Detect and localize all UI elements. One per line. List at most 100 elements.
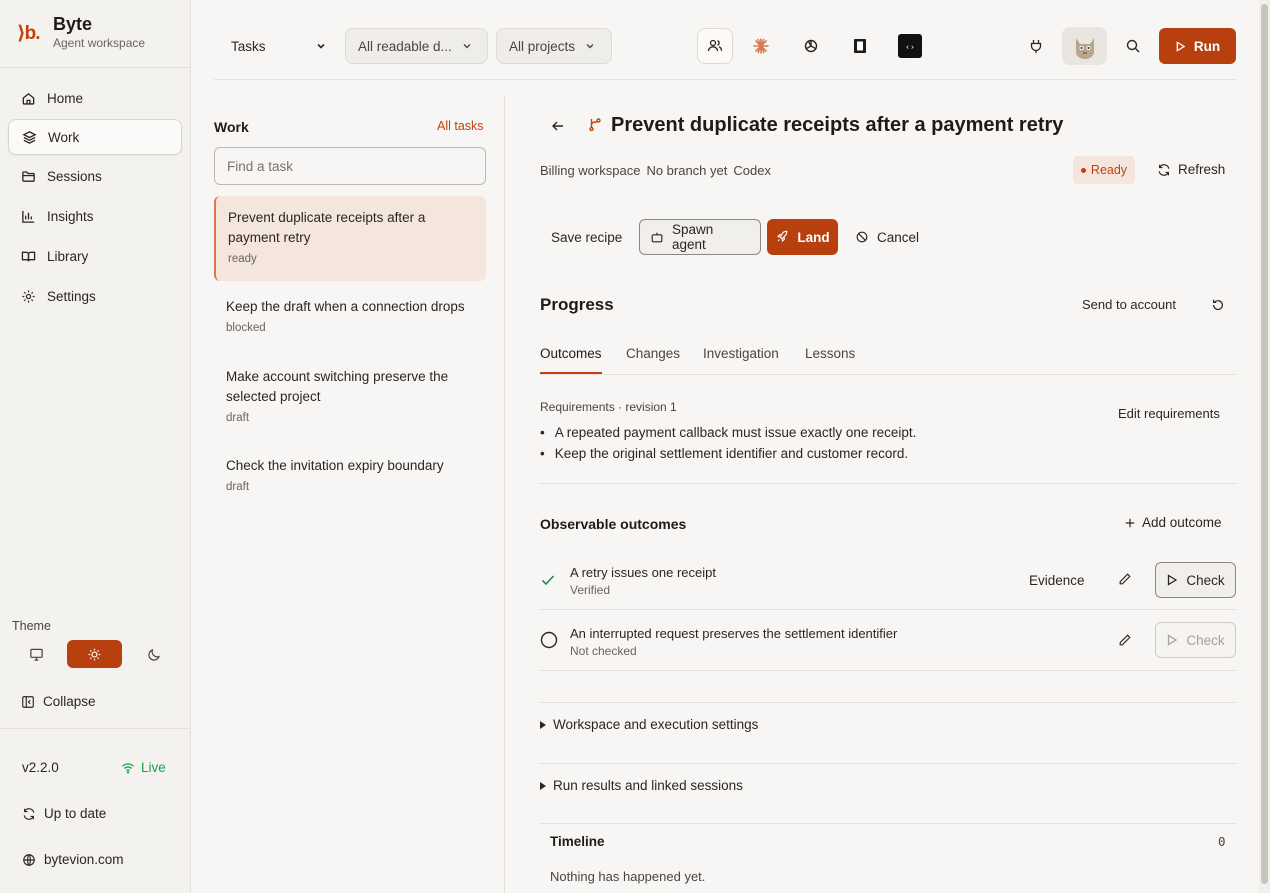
check-button-disabled[interactable]: Check — [1155, 622, 1236, 658]
asterisk-logo-icon — [752, 37, 770, 55]
task-title: Keep the draft when a connection drops — [226, 299, 465, 314]
brand-title: Byte — [53, 14, 93, 34]
reset-icon[interactable] — [1211, 298, 1225, 312]
check-button[interactable]: Check — [1155, 562, 1236, 598]
run-label: Run — [1193, 38, 1221, 54]
task-item[interactable]: Check the invitation expiry boundary dra… — [214, 444, 486, 503]
tabs-divider — [540, 374, 1236, 375]
notebook-icon — [851, 37, 869, 55]
claude-agent-button[interactable] — [743, 28, 779, 64]
divider — [540, 609, 1236, 610]
requirement-item: A repeated payment callback must issue e… — [540, 425, 917, 440]
sidebar-collapse-icon — [21, 695, 35, 709]
sidebar-item-work[interactable]: Work — [8, 119, 182, 155]
requirements-meta: Requirements · revision 1 — [540, 400, 677, 414]
refresh-button[interactable]: Refresh — [1157, 162, 1225, 177]
brand-logo: ⟩b. — [17, 23, 41, 44]
sidebar-item-insights[interactable]: Insights — [8, 198, 182, 234]
sidebar-item-label: Home — [47, 90, 84, 106]
task-item[interactable]: Keep the draft when a connection drops b… — [214, 285, 486, 344]
theme-system-button[interactable] — [18, 640, 54, 668]
tab-outcomes[interactable]: Outcomes — [540, 346, 602, 374]
land-button[interactable]: Land — [767, 219, 838, 255]
update-status[interactable]: Up to date — [22, 806, 106, 821]
run-results-toggle[interactable]: Run results and linked sessions — [540, 778, 743, 793]
sidebar-item-sessions[interactable]: Sessions — [8, 158, 182, 194]
monitor-icon — [29, 647, 44, 662]
agent-label: Codex — [733, 163, 771, 178]
plug-icon — [1027, 37, 1045, 55]
sidebar-item-home[interactable]: Home — [8, 80, 182, 116]
live-label: Live — [141, 760, 166, 775]
theme-label: Theme — [12, 619, 51, 633]
tab-changes[interactable]: Changes — [626, 346, 680, 374]
edit-pencil-icon[interactable] — [1118, 633, 1132, 647]
evidence-button[interactable]: Evidence — [1029, 573, 1085, 588]
outcome-status: Not checked — [570, 644, 637, 658]
search-button[interactable] — [1115, 28, 1151, 64]
theme-light-button[interactable] — [67, 640, 122, 668]
task-detail-title: Prevent duplicate receipts after a payme… — [611, 114, 1064, 136]
spawn-agent-button[interactable]: Spawn agent — [639, 219, 761, 255]
update-label: Up to date — [44, 806, 107, 821]
mode-select[interactable]: Tasks — [218, 28, 339, 64]
edit-requirements-button[interactable]: Edit requirements — [1118, 406, 1220, 421]
task-status: ready — [228, 253, 257, 265]
live-status: Live — [121, 760, 166, 775]
workspace-settings-toggle[interactable]: Workspace and execution settings — [540, 717, 758, 732]
notebook-agent-button[interactable] — [842, 28, 878, 64]
task-status: draft — [226, 412, 250, 424]
task-item-selected[interactable]: Prevent duplicate receipts after a payme… — [214, 196, 486, 281]
bot-icon — [650, 230, 664, 244]
avatar[interactable] — [1062, 27, 1107, 65]
openai-agent-button[interactable] — [793, 28, 829, 64]
chevron-down-icon — [462, 41, 472, 51]
save-recipe-button[interactable]: Save recipe — [541, 219, 632, 255]
requirement-item: Keep the original settlement identifier … — [540, 446, 908, 461]
edit-pencil-icon[interactable] — [1118, 572, 1132, 586]
timeline-empty: Nothing has happened yet. — [550, 869, 706, 884]
send-to-account-button[interactable]: Send to account — [1082, 297, 1176, 312]
outcome-row: A retry issues one receipt Verified — [570, 565, 716, 597]
agents-button[interactable] — [697, 28, 733, 64]
all-tasks-link[interactable]: All tasks — [437, 119, 484, 133]
task-item[interactable]: Make account switching preserve the sele… — [214, 355, 486, 434]
outcome-status: Verified — [570, 583, 611, 597]
tab-lessons[interactable]: Lessons — [805, 346, 855, 374]
sun-icon — [87, 647, 102, 662]
website-label: bytevion.com — [44, 852, 124, 867]
docs-filter-value: All readable d... — [358, 38, 452, 54]
code-box-icon: ‹› — [897, 33, 923, 59]
back-arrow-icon[interactable] — [550, 118, 566, 134]
add-outcome-button[interactable]: Add outcome — [1124, 515, 1222, 530]
task-search-input[interactable] — [214, 147, 486, 185]
sidebar-item-settings[interactable]: Settings — [8, 278, 182, 314]
divider — [540, 702, 1236, 703]
run-button[interactable]: Run — [1159, 28, 1236, 64]
chevron-down-icon — [585, 41, 595, 51]
collapse-button[interactable]: Collapse — [21, 694, 96, 709]
sidebar-item-label: Work — [48, 129, 80, 145]
sidebar-item-library[interactable]: Library — [8, 238, 182, 274]
plugin-button[interactable] — [1018, 28, 1054, 64]
collapse-label: Collapse — [43, 694, 96, 709]
plus-icon — [1124, 517, 1136, 529]
website-link[interactable]: bytevion.com — [22, 852, 124, 867]
tab-investigation[interactable]: Investigation — [703, 346, 779, 374]
moon-icon — [147, 647, 162, 662]
theme-dark-button[interactable] — [136, 640, 172, 668]
projects-filter-select[interactable]: All projects — [496, 28, 612, 64]
docs-filter-select[interactable]: All readable d... — [345, 28, 488, 64]
divider — [540, 823, 1236, 824]
cancel-button[interactable]: Cancel — [845, 219, 929, 255]
outcomes-title: Observable outcomes — [540, 516, 687, 532]
rocket-icon — [775, 230, 789, 244]
scrollbar[interactable] — [1259, 0, 1270, 893]
divider — [540, 763, 1236, 764]
divider — [0, 728, 190, 729]
code-agent-button[interactable]: ‹› — [892, 28, 928, 64]
sidebar-item-label: Insights — [47, 208, 94, 224]
refresh-label: Refresh — [1178, 162, 1226, 177]
outcome-title: An interrupted request preserves the set… — [570, 626, 898, 641]
divider — [540, 483, 1236, 484]
